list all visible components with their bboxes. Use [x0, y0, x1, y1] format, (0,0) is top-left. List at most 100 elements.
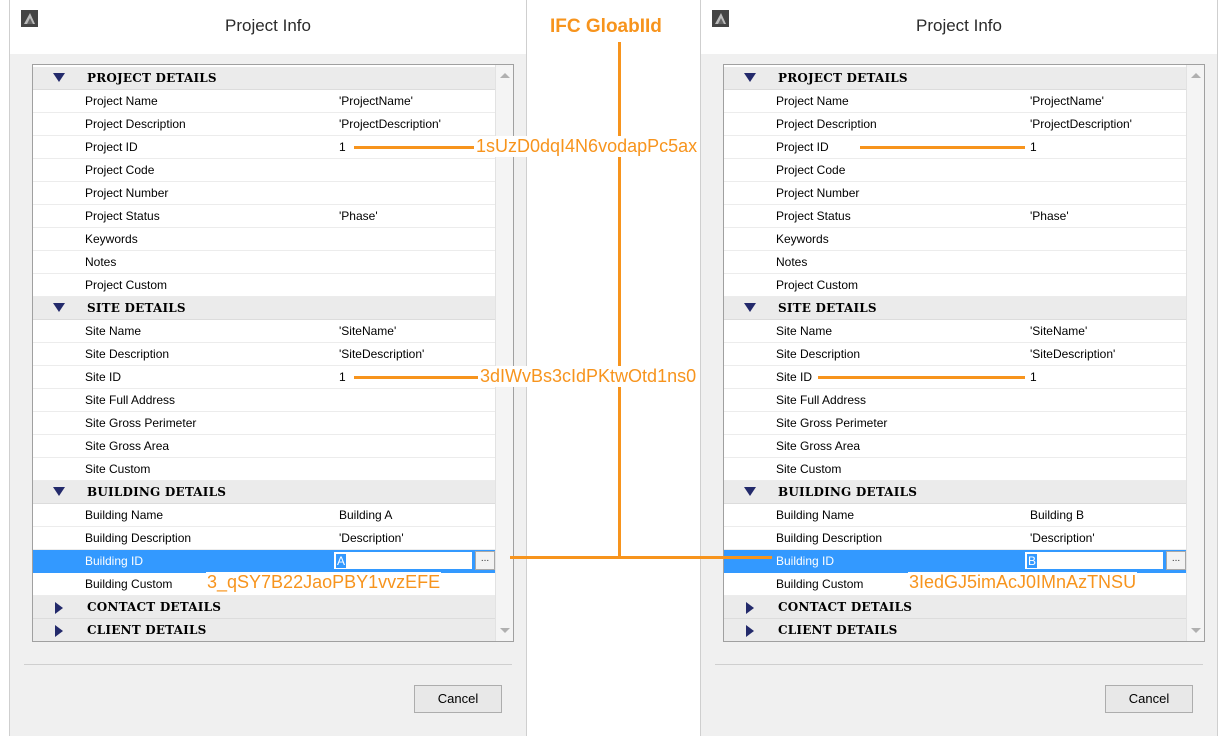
- scroll-down-icon[interactable]: [500, 628, 510, 633]
- property-value[interactable]: 'Description': [339, 531, 404, 545]
- property-value[interactable]: 'ProjectDescription': [339, 117, 441, 131]
- property-label: Project Custom: [85, 278, 168, 292]
- property-value[interactable]: 'Description': [1030, 531, 1095, 545]
- section-label: BUILDING DETAILS: [778, 485, 918, 499]
- scroll-up-icon[interactable]: [500, 73, 510, 78]
- property-row[interactable]: Site Full Address: [724, 389, 1188, 412]
- building-id-value: A: [336, 554, 347, 568]
- property-value[interactable]: 1: [1030, 140, 1037, 154]
- annotation-connector-project-right: [860, 146, 1025, 149]
- property-value[interactable]: 'Phase': [339, 209, 378, 223]
- expand-triangle-icon[interactable]: [53, 303, 65, 312]
- expand-triangle-icon[interactable]: [744, 303, 756, 312]
- expand-triangle-icon[interactable]: [53, 487, 65, 496]
- property-row[interactable]: Project Number: [33, 182, 497, 205]
- property-row[interactable]: Site Description 'SiteDescription': [724, 343, 1188, 366]
- section-header[interactable]: CLIENT DETAILS: [33, 619, 497, 641]
- property-row[interactable]: Project Status 'Phase': [724, 205, 1188, 228]
- property-label: Project ID: [85, 140, 138, 154]
- section-header[interactable]: CONTACT DETAILS: [33, 596, 497, 619]
- property-value[interactable]: 'SiteDescription': [1030, 347, 1115, 361]
- section-header[interactable]: PROJECT DETAILS: [33, 67, 497, 90]
- property-label: Site Gross Area: [85, 439, 170, 453]
- section-label: CONTACT DETAILS: [87, 600, 222, 614]
- property-label: Site Description: [85, 347, 170, 361]
- property-value[interactable]: 'SiteName': [1030, 324, 1087, 338]
- property-value[interactable]: 'SiteDescription': [339, 347, 424, 361]
- property-row[interactable]: Site Full Address: [33, 389, 497, 412]
- property-row[interactable]: Building ID B...: [724, 550, 1188, 573]
- property-row[interactable]: Site Description 'SiteDescription': [33, 343, 497, 366]
- more-options-button[interactable]: ...: [475, 551, 495, 570]
- property-row[interactable]: Project Description 'ProjectDescription': [724, 113, 1188, 136]
- property-value[interactable]: 'ProjectName': [1030, 94, 1104, 108]
- settings-tree-panel[interactable]: PROJECT DETAILS Project Name 'ProjectName'…: [32, 64, 514, 642]
- property-row[interactable]: Building ID A...: [33, 550, 497, 573]
- building-id-input[interactable]: B: [1024, 551, 1164, 570]
- more-options-button[interactable]: ...: [1166, 551, 1186, 570]
- section-header[interactable]: SITE DETAILS: [33, 297, 497, 320]
- property-row[interactable]: Project Name 'ProjectName': [33, 90, 497, 113]
- expand-triangle-icon[interactable]: [53, 73, 65, 82]
- property-row[interactable]: Site Gross Area: [724, 435, 1188, 458]
- property-row[interactable]: Site Custom: [33, 458, 497, 481]
- collapse-triangle-icon[interactable]: [55, 625, 63, 637]
- building-id-input[interactable]: A: [333, 551, 473, 570]
- property-value[interactable]: Building B: [1030, 508, 1084, 522]
- section-header[interactable]: CLIENT DETAILS: [724, 619, 1188, 641]
- expand-triangle-icon[interactable]: [744, 73, 756, 82]
- property-row[interactable]: Site Name 'SiteName': [724, 320, 1188, 343]
- property-row[interactable]: Project Custom: [724, 274, 1188, 297]
- property-row[interactable]: Site Name 'SiteName': [33, 320, 497, 343]
- property-label: Building Custom: [85, 577, 173, 591]
- property-row[interactable]: Project Number: [724, 182, 1188, 205]
- cancel-button[interactable]: Cancel: [1105, 685, 1193, 713]
- property-row[interactable]: Keywords: [724, 228, 1188, 251]
- settings-tree-panel[interactable]: PROJECT DETAILS Project Name 'ProjectName'…: [723, 64, 1205, 642]
- property-row[interactable]: Site Gross Perimeter: [33, 412, 497, 435]
- scroll-down-icon[interactable]: [1191, 628, 1201, 633]
- property-label: Project Description: [85, 117, 186, 131]
- collapse-triangle-icon[interactable]: [746, 625, 754, 637]
- section-header[interactable]: PROJECT DETAILS: [724, 67, 1188, 90]
- property-label: Site Name: [776, 324, 833, 338]
- property-value[interactable]: 1: [339, 370, 346, 384]
- collapse-triangle-icon[interactable]: [55, 602, 63, 614]
- property-row[interactable]: Site Custom: [724, 458, 1188, 481]
- annotation-connector-building: [510, 556, 772, 559]
- property-value[interactable]: 'ProjectDescription': [1030, 117, 1132, 131]
- cancel-button[interactable]: Cancel: [414, 685, 502, 713]
- vertical-scrollbar[interactable]: [1186, 65, 1204, 641]
- property-label: Keywords: [776, 232, 829, 246]
- property-row[interactable]: Building Name Building A: [33, 504, 497, 527]
- scroll-up-icon[interactable]: [1191, 73, 1201, 78]
- property-row[interactable]: Project Custom: [33, 274, 497, 297]
- property-value[interactable]: 1: [1030, 370, 1037, 384]
- property-row[interactable]: Project Description 'ProjectDescription': [33, 113, 497, 136]
- property-row[interactable]: Building Name Building B: [724, 504, 1188, 527]
- section-header[interactable]: BUILDING DETAILS: [33, 481, 497, 504]
- property-row[interactable]: Notes: [724, 251, 1188, 274]
- property-row[interactable]: Keywords: [33, 228, 497, 251]
- property-row[interactable]: Building Description 'Description': [33, 527, 497, 550]
- expand-triangle-icon[interactable]: [744, 487, 756, 496]
- property-value[interactable]: 1: [339, 140, 346, 154]
- section-header[interactable]: SITE DETAILS: [724, 297, 1188, 320]
- section-header[interactable]: CONTACT DETAILS: [724, 596, 1188, 619]
- property-row[interactable]: Project Status 'Phase': [33, 205, 497, 228]
- property-value[interactable]: 'Phase': [1030, 209, 1069, 223]
- property-value[interactable]: 'ProjectName': [339, 94, 413, 108]
- property-row[interactable]: Notes: [33, 251, 497, 274]
- collapse-triangle-icon[interactable]: [746, 602, 754, 614]
- property-row[interactable]: Building Description 'Description': [724, 527, 1188, 550]
- property-row[interactable]: Site Gross Area: [33, 435, 497, 458]
- property-label: Building Name: [85, 508, 164, 522]
- property-value[interactable]: 'SiteName': [339, 324, 396, 338]
- property-row[interactable]: Project Name 'ProjectName': [724, 90, 1188, 113]
- property-row[interactable]: Project Code: [33, 159, 497, 182]
- property-value[interactable]: Building A: [339, 508, 392, 522]
- property-row[interactable]: Project Code: [724, 159, 1188, 182]
- property-row[interactable]: Site Gross Perimeter: [724, 412, 1188, 435]
- section-header[interactable]: BUILDING DETAILS: [724, 481, 1188, 504]
- property-label: Project ID: [776, 140, 829, 154]
